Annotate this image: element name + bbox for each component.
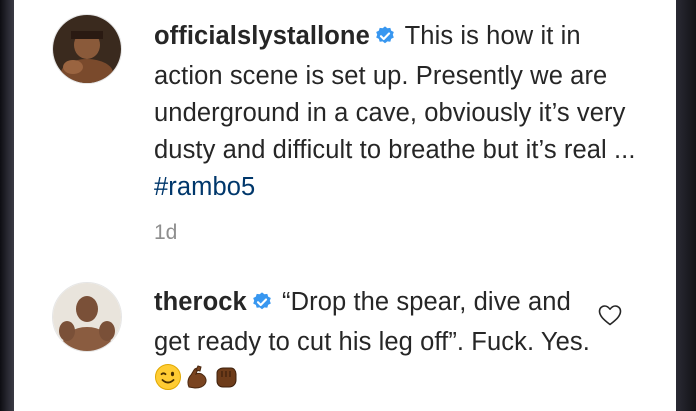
avatar[interactable] [52, 14, 122, 84]
comment-text-block: officialslystallone This is how it in ac… [154, 18, 654, 206]
avatar[interactable] [52, 282, 122, 352]
verified-badge-icon [251, 287, 273, 324]
comment-username[interactable]: officialslystallone [154, 22, 370, 50]
comment-username[interactable]: therock [154, 288, 247, 316]
avatar-image [53, 283, 121, 351]
window-edge-left [0, 0, 14, 411]
flexed-biceps-emoji [183, 363, 211, 402]
comment-text-block: therock “Drop the spear, dive and get re… [154, 284, 604, 402]
window-edge-right [676, 0, 696, 411]
heart-outline-icon[interactable] [597, 303, 623, 332]
verified-badge-icon [374, 21, 396, 58]
comments-panel: officialslystallone This is how it in ac… [14, 0, 676, 411]
avatar-image [53, 15, 121, 83]
hashtag-link[interactable]: #rambo5 [154, 173, 255, 201]
oncoming-fist-emoji [212, 363, 240, 402]
winking-face-emoji [154, 363, 182, 402]
comment-timestamp[interactable]: 1d [154, 221, 177, 245]
